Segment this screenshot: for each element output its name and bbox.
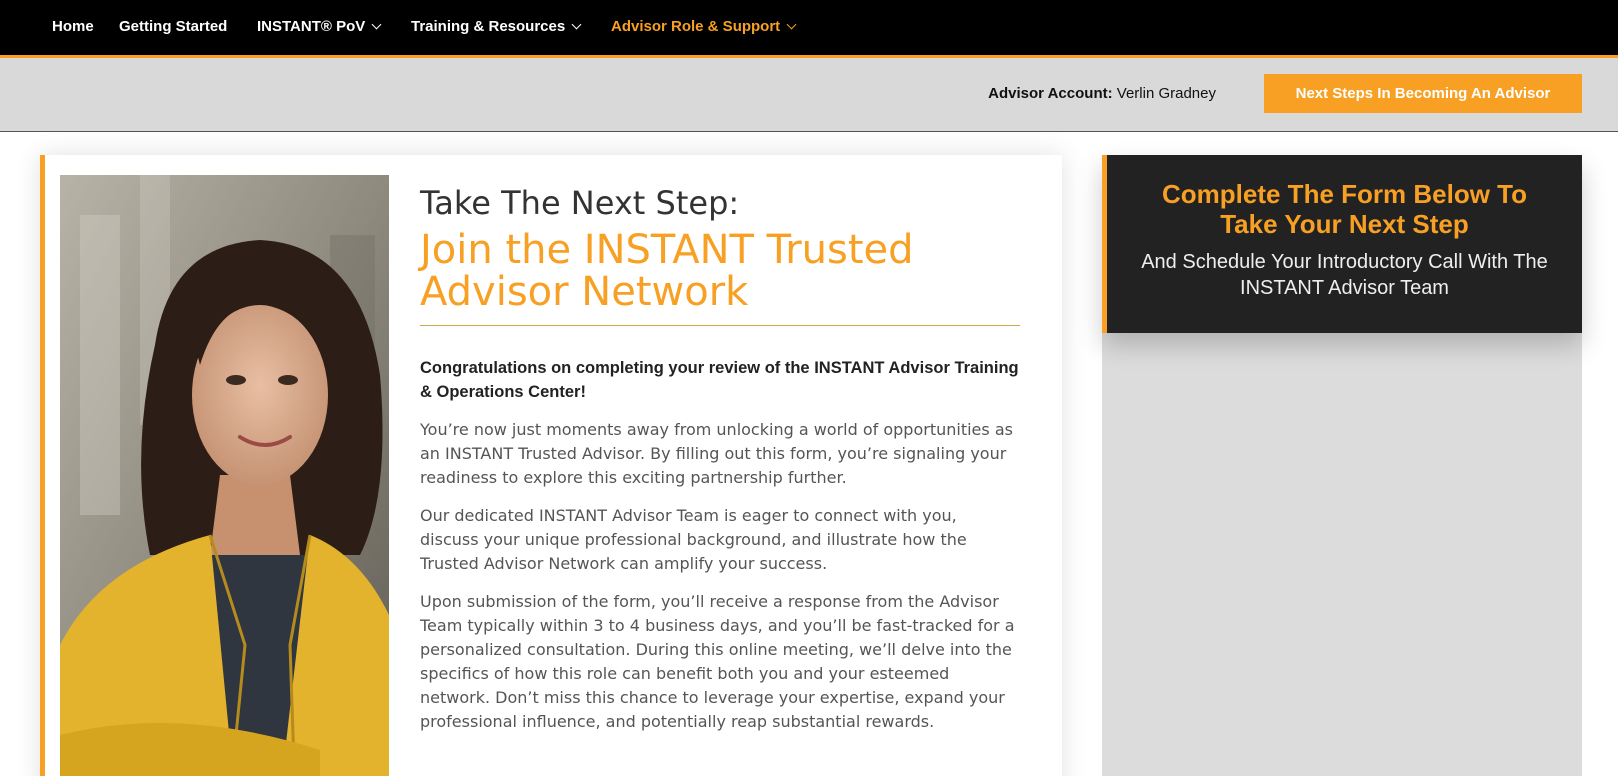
nav-item-getting-started[interactable]: Getting Started: [119, 17, 227, 37]
nav-item-instant-pov[interactable]: INSTANT® PoV: [257, 17, 382, 37]
nav-item-advisor-role-support[interactable]: Advisor Role & Support: [611, 17, 797, 37]
form-panel-title: Complete The Form Below To Take Your Nex…: [1162, 179, 1527, 239]
congratulations-lead: Congratulations on completing your revie…: [420, 359, 1019, 401]
nav-item-label: Training & Resources: [411, 18, 566, 35]
advisor-portrait-image: [60, 175, 389, 776]
advisor-account-info: Advisor Account: Verlin Gradney: [988, 85, 1216, 102]
nav-item-training-resources[interactable]: Training & Resources: [411, 17, 582, 37]
chevron-down-icon: [571, 19, 582, 30]
form-panel-subtitle: And Schedule Your Introductory Call With…: [1141, 251, 1548, 299]
heading-join-network: Join the INSTANT Trusted Advisor Network: [420, 227, 914, 315]
paragraph-submission: Upon submission of the form, you’ll rece…: [420, 592, 1015, 731]
nav-item-label: INSTANT® PoV: [257, 18, 366, 35]
heading-take-next-step: Take The Next Step:: [420, 184, 740, 222]
chevron-down-icon: [371, 19, 382, 30]
heading-divider: [420, 325, 1020, 326]
nav-item-home[interactable]: Home: [52, 17, 94, 37]
paragraph-intro: You’re now just moments away from unlock…: [420, 420, 1013, 487]
nav-item-label: Home: [52, 18, 94, 35]
advisor-account-label: Advisor Account:: [988, 85, 1113, 102]
form-panel-header: Complete The Form Below To Take Your Nex…: [1102, 155, 1582, 333]
nav-item-label: Advisor Role & Support: [611, 18, 781, 35]
top-navigation: Home Getting Started INSTANT® PoV Traini…: [0, 0, 1618, 58]
advisor-account-name: Verlin Gradney: [1116, 85, 1216, 102]
chevron-down-icon: [786, 19, 797, 30]
main-card: Take The Next Step: Join the INSTANT Tru…: [40, 155, 1062, 776]
account-bar: Advisor Account: Verlin Gradney Next Ste…: [0, 58, 1618, 132]
paragraph-team: Our dedicated INSTANT Advisor Team is ea…: [420, 506, 967, 573]
main-content: Take The Next Step: Join the INSTANT Tru…: [420, 183, 1020, 734]
nav-item-label: Getting Started: [119, 18, 228, 35]
next-steps-button[interactable]: Next Steps In Becoming An Advisor: [1264, 74, 1582, 113]
